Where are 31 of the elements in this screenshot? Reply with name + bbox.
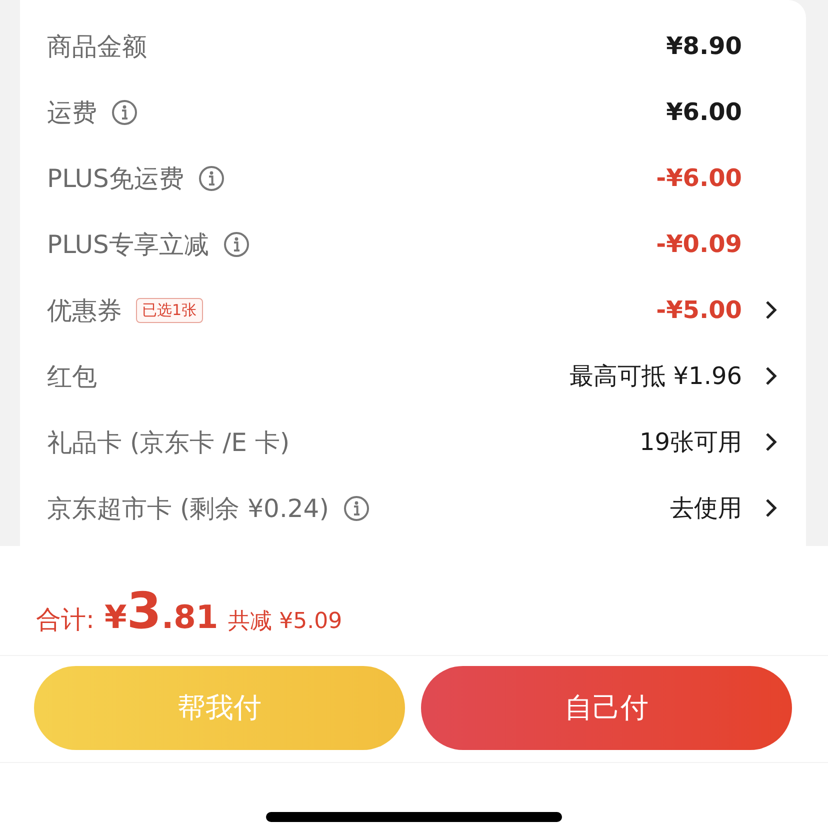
total-decimal: .81 — [162, 598, 218, 636]
fee-label: PLUS免运费 — [47, 162, 184, 194]
fee-value: -¥0.09 — [656, 230, 742, 258]
saving-text: 共减 ¥5.09 — [228, 608, 342, 636]
coupon-tag: 已选1张 — [136, 298, 203, 322]
chevron-icon[interactable] — [764, 431, 778, 453]
chevron-icon[interactable] — [764, 497, 778, 519]
currency-sign: ¥ — [104, 598, 127, 636]
chevron-icon[interactable] — [764, 365, 778, 387]
info-icon[interactable] — [198, 164, 225, 192]
info-icon[interactable] — [111, 98, 138, 126]
fee-value: 最高可抵 ¥1.96 — [570, 361, 742, 392]
fee-label: 礼品卡 (京东卡 /E 卡) — [47, 426, 290, 458]
fee-value: 19张可用 — [639, 427, 742, 458]
total-label: 合计: — [36, 604, 94, 636]
fee-label: 运费 — [47, 96, 97, 128]
info-icon[interactable] — [342, 494, 370, 522]
fee-label: 商品金额 — [47, 30, 147, 62]
fee-value: ¥8.90 — [666, 32, 742, 60]
chevron-icon[interactable] — [764, 299, 778, 321]
fee-label: 红包 — [47, 360, 97, 392]
fee-value: -¥6.00 — [656, 164, 742, 192]
fee-label: 优惠券 — [47, 294, 122, 326]
pay-button[interactable]: 自己付 — [421, 666, 792, 750]
fee-value: ¥6.00 — [666, 98, 742, 126]
total-integer: 3 — [126, 586, 162, 636]
fee-value: 去使用 — [670, 493, 742, 524]
fee-label: PLUS专享立减 — [47, 228, 209, 260]
info-icon[interactable] — [222, 230, 250, 258]
fee-value: -¥5.00 — [656, 296, 742, 324]
fee-label: 京东超市卡 (剩余 ¥0.24) — [47, 492, 329, 524]
